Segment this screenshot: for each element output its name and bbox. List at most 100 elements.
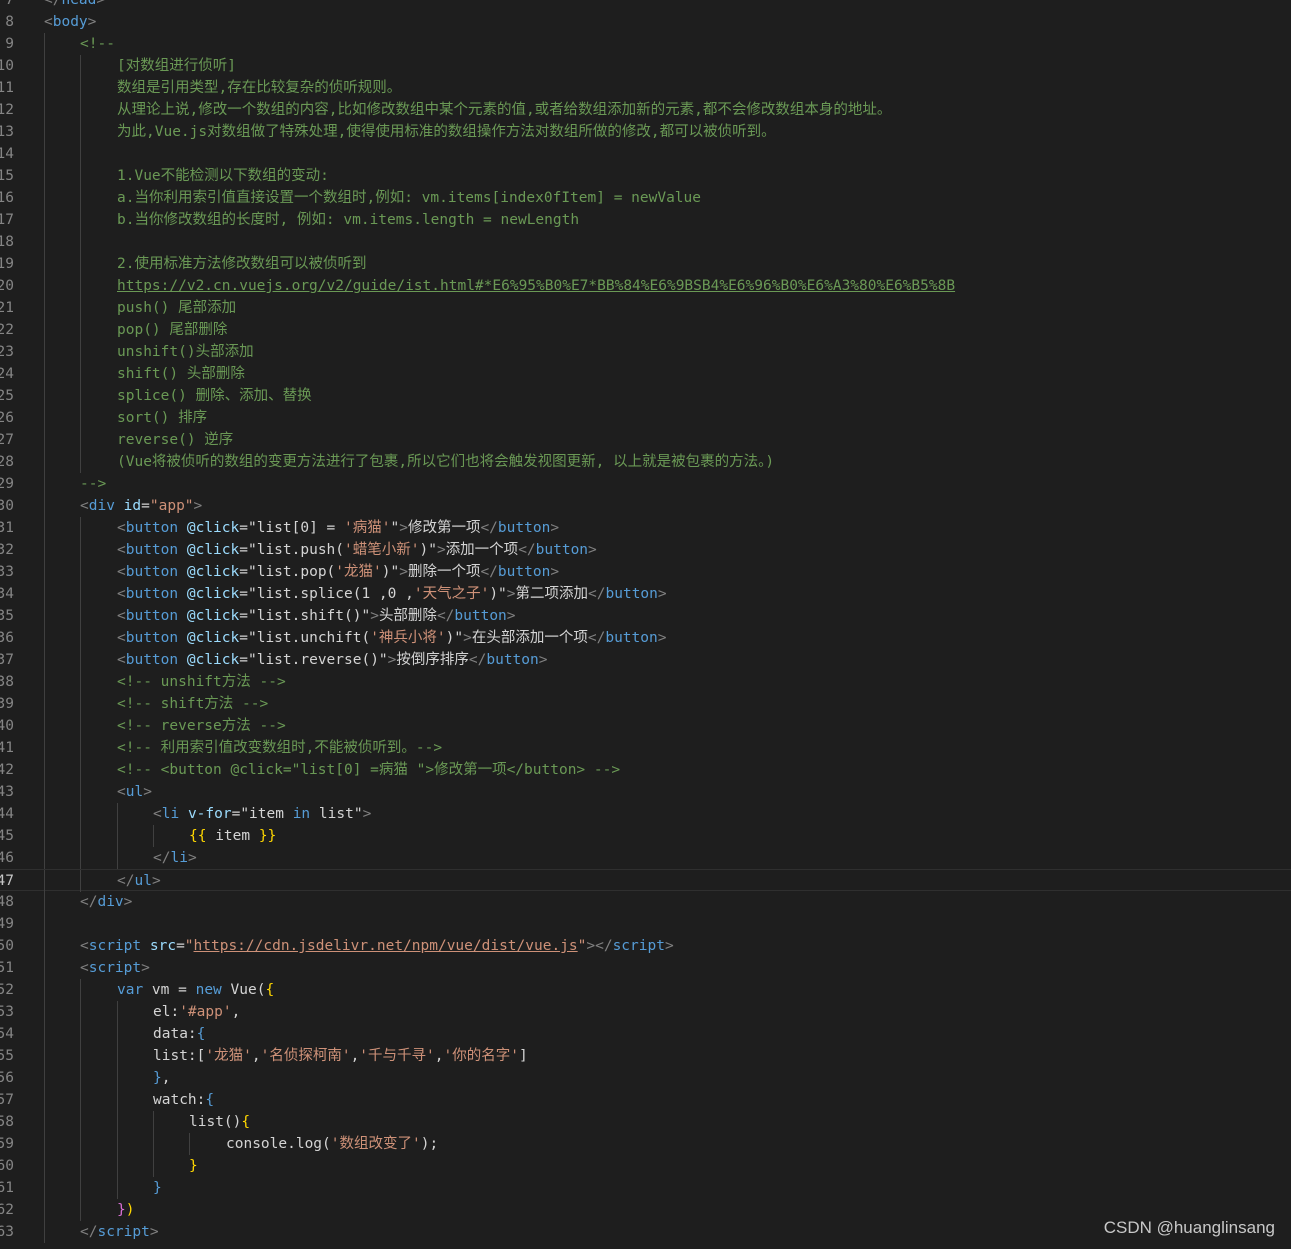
code-line[interactable]: 29 --> bbox=[0, 473, 1291, 495]
code-line[interactable]: 22 pop() 尾部删除 bbox=[0, 319, 1291, 341]
indent-guide bbox=[44, 693, 45, 715]
line-number: 40 bbox=[0, 718, 14, 734]
code-line[interactable]: 63 </script> bbox=[0, 1221, 1291, 1243]
code-token: )" bbox=[489, 586, 507, 602]
indent-guide bbox=[44, 605, 45, 627]
line-number: 62 bbox=[0, 1202, 14, 1218]
indent-guide bbox=[80, 385, 81, 407]
code-line[interactable]: 56}, bbox=[0, 1067, 1291, 1089]
code-text: splice() 删除、添加、替换 bbox=[117, 385, 312, 407]
code-token: unshift()头部添加 bbox=[117, 344, 254, 360]
code-line[interactable]: 61} bbox=[0, 1177, 1291, 1199]
code-line[interactable]: 49 bbox=[0, 913, 1291, 935]
code-text: <script src="https://cdn.jsdelivr.net/np… bbox=[80, 935, 674, 957]
indent-guide bbox=[44, 143, 45, 165]
code-token: button bbox=[497, 564, 551, 580]
code-text: } bbox=[189, 1155, 198, 1177]
code-token: @click bbox=[186, 586, 240, 602]
code-line[interactable]: 8 <body> bbox=[0, 11, 1291, 33]
code-line[interactable]: 21 push() 尾部添加 bbox=[0, 297, 1291, 319]
code-line[interactable]: 11 数组是引用类型,存在比较复杂的侦听规则。 bbox=[0, 77, 1291, 99]
code-line[interactable]: 25 splice() 删除、添加、替换 bbox=[0, 385, 1291, 407]
code-token: https://v2.cn.vuejs.org/v2/guide/ist.htm… bbox=[117, 278, 956, 294]
code-token: '千与千寻' bbox=[359, 1048, 435, 1064]
code-line[interactable]: 42 <!-- <button @click="list[0] =病猫 ">修改第… bbox=[0, 759, 1291, 781]
code-line[interactable]: 51 <script> bbox=[0, 957, 1291, 979]
code-token: in bbox=[292, 806, 311, 822]
indent-guide bbox=[80, 1067, 81, 1089]
indent-guide bbox=[80, 1133, 81, 1155]
code-text: a.当你利用索引值直接设置一个数组时,例如: vm.items[index0fI… bbox=[117, 187, 701, 209]
code-line[interactable]: 43 <ul> bbox=[0, 781, 1291, 803]
code-line[interactable]: 57 watch:{ bbox=[0, 1089, 1291, 1111]
indent-guide bbox=[189, 1133, 190, 1155]
code-line[interactable]: 27 reverse() 逆序 bbox=[0, 429, 1291, 451]
code-line[interactable]: 24 shift() 头部删除 bbox=[0, 363, 1291, 385]
code-line[interactable]: 54 data:{ bbox=[0, 1023, 1291, 1045]
code-line[interactable]: 26 sort() 排序 bbox=[0, 407, 1291, 429]
code-token: </ bbox=[80, 1224, 98, 1240]
code-line[interactable]: 47 </ul> bbox=[0, 869, 1291, 892]
code-token: <!-- 利用索引值改变数组时,不能被侦听到。--> bbox=[117, 740, 443, 756]
indent-guide bbox=[153, 1155, 154, 1177]
code-token: ); bbox=[420, 1136, 439, 1152]
code-text: watch:{ bbox=[153, 1089, 214, 1111]
code-line[interactable]: 45 {{ item }} bbox=[0, 825, 1291, 847]
line-number: 18 bbox=[0, 234, 14, 250]
code-line[interactable]: 10 [对数组进行侦听] bbox=[0, 55, 1291, 77]
code-token: button bbox=[605, 586, 658, 602]
indent-guide bbox=[153, 1133, 154, 1155]
code-line[interactable]: 46 </li> bbox=[0, 847, 1291, 869]
code-line[interactable]: 14 bbox=[0, 143, 1291, 165]
code-line[interactable]: 48 </div> bbox=[0, 891, 1291, 913]
code-line[interactable]: 44 <li v-for="item in list"> bbox=[0, 803, 1291, 825]
code-line[interactable]: 62}) bbox=[0, 1199, 1291, 1221]
code-line[interactable]: 23 unshift()头部添加 bbox=[0, 341, 1291, 363]
line-number: 28 bbox=[0, 454, 14, 470]
code-line[interactable]: 35 <button @click="list.shift()">头部删除</bu… bbox=[0, 605, 1291, 627]
code-line[interactable]: 32 <button @click="list.push('蜡笔小新')">添加一… bbox=[0, 539, 1291, 561]
code-token: ul bbox=[134, 873, 152, 889]
code-line[interactable]: 20 https://v2.cn.vuejs.org/v2/guide/ist.h… bbox=[0, 275, 1291, 297]
code-line[interactable]: 28 (Vue将被侦听的数组的变更方法进行了包裹,所以它们也将会触发视图更新, 以… bbox=[0, 451, 1291, 473]
code-line[interactable]: 7 </head> bbox=[0, 0, 1291, 11]
code-line[interactable]: 53 el:'#app', bbox=[0, 1001, 1291, 1023]
indent-guide bbox=[80, 803, 81, 825]
code-line[interactable]: 59 console.log('数组改变了'); bbox=[0, 1133, 1291, 1155]
code-line[interactable]: 17 b.当你修改数组的长度时, 例如: vm.items.length = ne… bbox=[0, 209, 1291, 231]
code-token: } bbox=[153, 1180, 162, 1196]
code-token: item bbox=[206, 828, 259, 844]
code-line[interactable]: 9 <!-- bbox=[0, 33, 1291, 55]
code-line[interactable]: 58 list(){ bbox=[0, 1111, 1291, 1133]
code-token: } bbox=[117, 1202, 126, 1218]
code-token: > bbox=[550, 520, 560, 536]
code-line[interactable]: 12 从理论上说,修改一个数组的内容,比如修改数组中某个元素的值,或者给数组添加新… bbox=[0, 99, 1291, 121]
code-line[interactable]: 39 <!-- shift方法 --> bbox=[0, 693, 1291, 715]
code-line[interactable]: 38 <!-- unshift方法 --> bbox=[0, 671, 1291, 693]
code-line[interactable]: 60} bbox=[0, 1155, 1291, 1177]
code-line[interactable]: 33 <button @click="list.pop('龙猫')">删除一个项<… bbox=[0, 561, 1291, 583]
code-line[interactable]: 30 <div id="app"> bbox=[0, 495, 1291, 517]
code-line[interactable]: 19 2.使用标准方法修改数组可以被侦听到 bbox=[0, 253, 1291, 275]
code-editor[interactable]: 7 </head> 8 <body> 9 <!-- 10 [对数组进行侦听] 11 数组是引用类型… bbox=[0, 0, 1291, 1249]
code-line[interactable]: 31 <button @click="list[0] = '病猫'">修改第一项<… bbox=[0, 517, 1291, 539]
code-line[interactable]: 50 <script src="https://cdn.jsdelivr.net/… bbox=[0, 935, 1291, 957]
code-line[interactable]: 16 a.当你利用索引值直接设置一个数组时,例如: vm.items[index0… bbox=[0, 187, 1291, 209]
code-token: > bbox=[149, 1224, 159, 1240]
code-line[interactable]: 37 <button @click="list.reverse()">按倒序排序<… bbox=[0, 649, 1291, 671]
indent-guide bbox=[80, 143, 81, 165]
code-line[interactable]: 52 var vm = new Vue({ bbox=[0, 979, 1291, 1001]
code-line[interactable]: 34 <button @click="list.splice(1 ,0 ,'天气之… bbox=[0, 583, 1291, 605]
code-line[interactable]: 41 <!-- 利用索引值改变数组时,不能被侦听到。--> bbox=[0, 737, 1291, 759]
line-number: 32 bbox=[0, 542, 14, 558]
code-line[interactable]: 13 为此,Vue.js对数组做了特殊处理,使得使用标准的数组操作方法对数组所做的… bbox=[0, 121, 1291, 143]
code-line[interactable]: 36 <button @click="list.unchift('神兵小将')">… bbox=[0, 627, 1291, 649]
indent-guide bbox=[44, 319, 45, 341]
code-line[interactable]: 40 <!-- reverse方法 --> bbox=[0, 715, 1291, 737]
code-line[interactable]: 15 1.Vue不能检测以下数组的变动: bbox=[0, 165, 1291, 187]
code-line[interactable]: 18 bbox=[0, 231, 1291, 253]
code-line[interactable]: 55 list:['龙猫','名侦探柯南','千与千寻','你的名字'] bbox=[0, 1045, 1291, 1067]
indent-guide bbox=[44, 517, 45, 539]
